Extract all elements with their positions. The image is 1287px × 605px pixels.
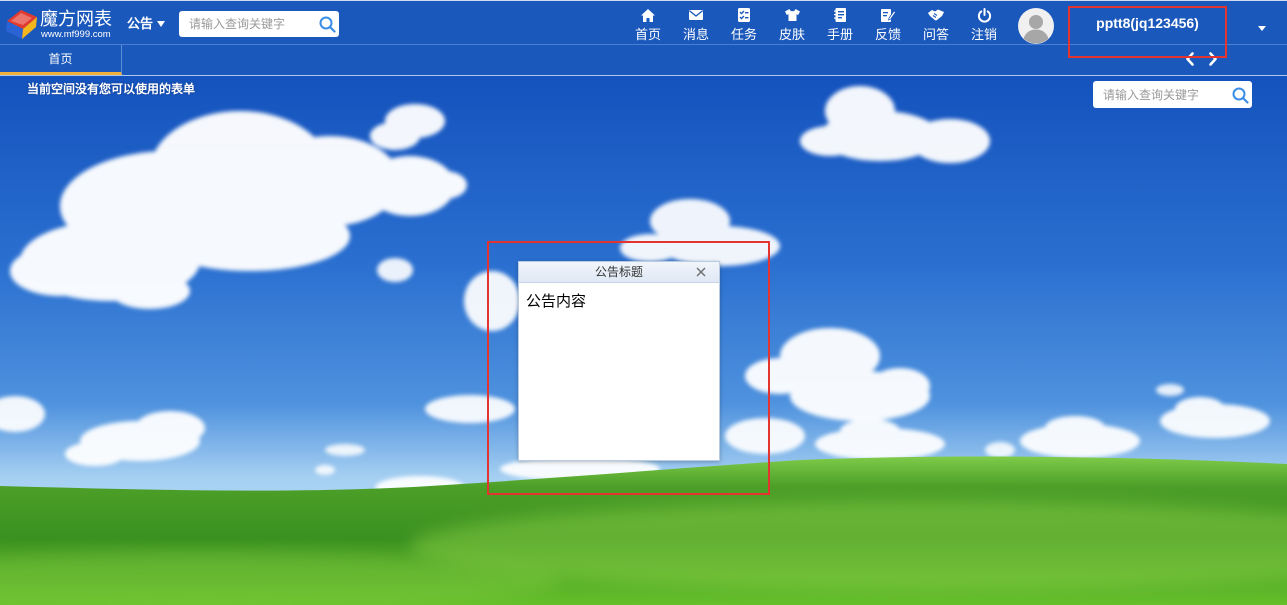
nav-icon-wrap	[912, 6, 960, 24]
nav-item-qa[interactable]: 问答	[912, 0, 960, 44]
nav-item-logout[interactable]: 注销	[960, 0, 1008, 44]
search-icon[interactable]	[319, 16, 336, 33]
tab-scroll-left-button[interactable]	[1185, 52, 1195, 66]
nav-item-manual[interactable]: 手册	[816, 0, 864, 44]
nav-label: 皮肤	[778, 27, 805, 42]
empty-forms-message: 当前空间没有您可以使用的表单	[27, 82, 196, 96]
caret-down-icon	[157, 20, 166, 27]
nav-item-skin[interactable]: 皮肤	[768, 0, 816, 44]
cloud	[377, 258, 413, 282]
announcement-label: 公告	[127, 16, 154, 31]
form-search-input[interactable]	[1093, 81, 1252, 108]
nav-label: 消息	[682, 27, 709, 42]
cube-logo-icon[interactable]	[4, 8, 38, 40]
dialog-content: 公告内容	[526, 293, 587, 310]
nav-label: 手册	[826, 27, 853, 42]
edit-note-icon	[881, 9, 896, 22]
nav-icon-wrap	[768, 6, 816, 24]
nav-item-home[interactable]: 首页	[624, 0, 672, 44]
dialog-title-bar[interactable]: 公告标题	[519, 262, 719, 283]
nav-label: 问答	[922, 27, 949, 42]
form-search-box	[1093, 81, 1252, 108]
logo-site-url: www.mf999.com	[41, 29, 111, 40]
nav-label: 注销	[970, 27, 997, 42]
caret-down-icon	[1258, 25, 1266, 31]
top-header: 魔方网表 www.mf999.com 公告 首页	[0, 0, 1287, 44]
nav-item-feedback[interactable]: 反馈	[864, 0, 912, 44]
cloud	[464, 271, 520, 331]
cloud	[725, 418, 805, 454]
header-search-input[interactable]	[179, 11, 339, 37]
tab-scroll-right-button[interactable]	[1208, 52, 1218, 66]
logo-title[interactable]: 魔方网表	[40, 9, 112, 29]
nav-icon-wrap	[624, 6, 672, 24]
nav-label: 任务	[730, 27, 757, 42]
power-icon	[977, 7, 991, 23]
close-icon[interactable]	[696, 267, 706, 277]
tab-home[interactable]: 首页	[0, 45, 122, 75]
nav-label: 反馈	[874, 27, 901, 42]
cloud	[425, 395, 515, 423]
top-nav: 首页 消息 任务 皮肤 手册 反馈 问答 注销	[624, 0, 1008, 44]
nav-item-tasks[interactable]: 任务	[720, 0, 768, 44]
username[interactable]: pptt8(jq123456)	[1068, 14, 1227, 32]
nav-item-messages[interactable]: 消息	[672, 0, 720, 44]
mail-icon	[689, 10, 703, 20]
notebook-icon	[834, 8, 846, 22]
announcement-dialog: 公告标题 公告内容	[518, 261, 720, 461]
announcement-dropdown[interactable]: 公告	[127, 15, 166, 33]
nav-label: 首页	[634, 27, 661, 42]
nav-icon-wrap	[864, 6, 912, 24]
header-search-box	[179, 11, 339, 37]
handshake-icon	[928, 9, 944, 21]
tab-bar: 首页	[0, 44, 1287, 76]
user-menu-toggle[interactable]	[1254, 22, 1270, 34]
nav-icon-wrap	[720, 6, 768, 24]
nav-icon-wrap	[672, 6, 720, 24]
dialog-title: 公告标题	[594, 265, 643, 279]
home-icon	[641, 8, 655, 22]
nav-icon-wrap	[816, 6, 864, 24]
nav-icon-wrap	[960, 6, 1008, 24]
user-avatar-icon[interactable]	[1018, 8, 1054, 44]
task-list-icon	[738, 8, 750, 22]
shirt-icon	[784, 9, 800, 21]
chevron-right-icon	[1209, 52, 1217, 66]
search-icon[interactable]	[1232, 87, 1249, 104]
chevron-left-icon	[1186, 52, 1194, 66]
